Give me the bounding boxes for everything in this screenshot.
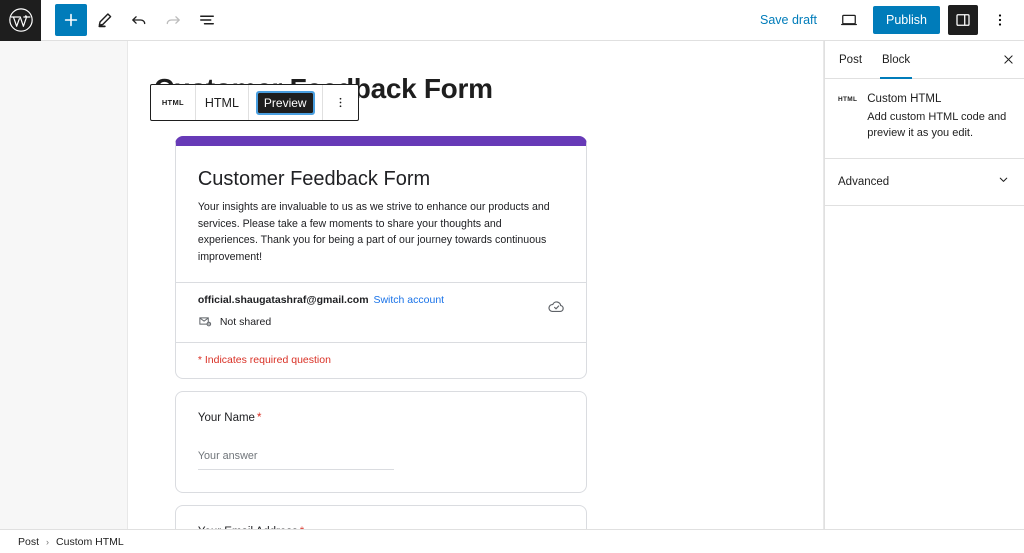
required-marker: *	[256, 411, 262, 424]
editor-canvas[interactable]: Customer Feedback Form HTML HTML Preview	[127, 41, 823, 553]
editor-tool-group	[41, 4, 223, 36]
block-toolbar: HTML HTML Preview	[149, 84, 359, 121]
save-draft-button[interactable]: Save draft	[752, 7, 825, 33]
editor-body: Customer Feedback Form HTML HTML Preview	[0, 41, 1024, 553]
close-icon[interactable]	[992, 41, 1024, 79]
required-question-note: * Indicates required question	[197, 353, 331, 366]
form-account-row: official.shaugatashraf@gmail.com Switch …	[176, 283, 586, 342]
form-description: Your insights are invaluable to us as we…	[197, 201, 550, 263]
publish-button[interactable]: Publish	[873, 6, 940, 34]
add-block-button[interactable]	[55, 4, 87, 36]
form-question-card[interactable]: Your Name * Your answer	[174, 390, 587, 493]
panel-advanced-label: Advanced	[838, 175, 890, 188]
block-toolbar-tab-html[interactable]: HTML	[196, 85, 249, 120]
wordpress-block-editor: Save draft Publish Form HTML HTML Previe…	[0, 0, 1024, 553]
form-header-card: Customer Feedback Form Your insights are…	[174, 136, 587, 379]
tools-button[interactable]	[89, 4, 121, 36]
tab-post[interactable]: Post	[829, 41, 872, 79]
cloud-saved-icon	[547, 297, 566, 321]
block-type-html-icon: HTML	[838, 96, 858, 103]
breadcrumb-separator: ›	[46, 536, 50, 547]
redo-button[interactable]	[157, 4, 189, 36]
undo-button[interactable]	[123, 4, 155, 36]
block-title: Custom HTML	[867, 93, 942, 105]
sidebar-tabs: Post Block	[825, 41, 1024, 79]
block-options-button[interactable]	[323, 85, 358, 120]
list-view-button[interactable]	[191, 4, 223, 36]
settings-sidebar: Post Block HTML Custom HTML Add custom H…	[824, 41, 1024, 553]
account-email: official.shaugatashraf@gmail.com	[197, 293, 369, 306]
google-form-preview: Customer Feedback Form Your insights are…	[174, 136, 587, 553]
desktop-preview-icon[interactable]	[833, 4, 865, 36]
sharing-status: Not shared	[219, 316, 272, 328]
block-description: Add custom HTML code and preview it as y…	[867, 111, 1007, 139]
panel-advanced[interactable]: Advanced	[825, 159, 1024, 206]
editor-top-bar: Save draft Publish	[0, 0, 1024, 41]
switch-account-link[interactable]: Switch account	[373, 294, 444, 306]
breadcrumb-item-block[interactable]: Custom HTML	[56, 536, 124, 548]
tab-block[interactable]: Block	[872, 41, 920, 79]
email-not-shared-icon	[198, 314, 212, 331]
breadcrumb: Post › Custom HTML	[0, 529, 1024, 553]
editor-left-gutter	[0, 41, 128, 553]
form-title: Customer Feedback Form	[197, 168, 431, 190]
breadcrumb-item-post[interactable]: Post	[18, 536, 39, 548]
block-toolbar-tab-preview[interactable]: Preview	[249, 85, 323, 120]
top-bar-actions: Save draft Publish	[752, 4, 1024, 36]
block-info-section: HTML Custom HTML Add custom HTML code an…	[825, 79, 1024, 159]
block-toolbar-tab-preview-label: Preview	[255, 90, 315, 115]
wordpress-logo-icon[interactable]	[0, 0, 41, 41]
block-type-html-icon[interactable]: HTML	[151, 85, 196, 120]
more-options-button[interactable]	[986, 5, 1014, 35]
settings-panel-icon[interactable]	[948, 5, 978, 35]
answer-input[interactable]: Your answer	[197, 450, 394, 470]
question-label: Your Name	[197, 411, 255, 424]
chevron-down-icon	[996, 172, 1011, 192]
